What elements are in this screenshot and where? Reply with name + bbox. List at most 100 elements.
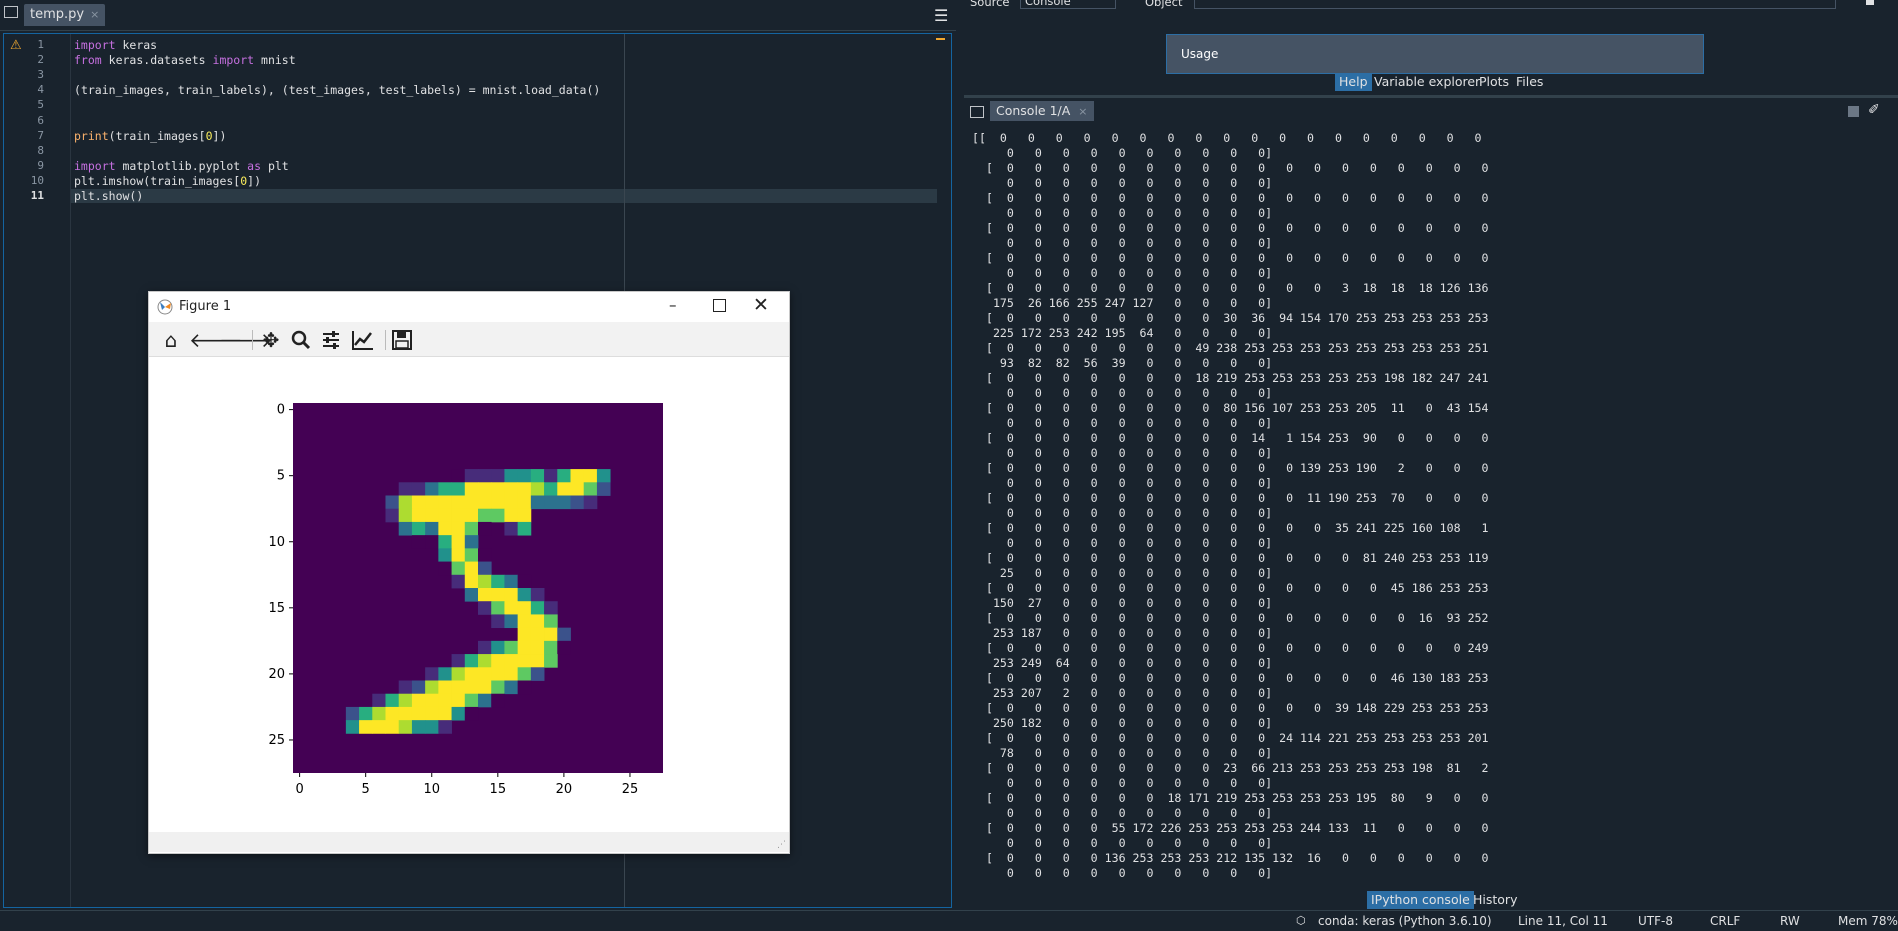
image-pixel <box>425 720 439 734</box>
console-line: 0 0 0 0 0 0 0 0 0 0] <box>972 146 1273 160</box>
back-arrow-icon[interactable]: 🡐 <box>189 328 243 352</box>
minimize-button[interactable]: – <box>669 296 677 314</box>
code-line[interactable]: (train_images, train_labels), (test_imag… <box>74 83 600 97</box>
image-pixel <box>411 495 426 510</box>
image-pixel <box>372 720 386 734</box>
image-pixel <box>583 469 598 483</box>
image-pixel <box>583 495 598 510</box>
eraser-icon[interactable]: ✐ <box>1868 102 1880 118</box>
console-tab-label: Console 1/A <box>996 103 1071 118</box>
image-pixel <box>451 548 466 562</box>
object-input[interactable] <box>1194 0 1836 9</box>
image-pixel <box>425 667 439 681</box>
console-line: [ 0 0 0 0 0 0 0 0 0 0 0 0 0 0 0 0 0 249 <box>972 641 1489 655</box>
figure-window[interactable]: Figure 1 – ✕ ⌂ 🡐 🡒 ✥ 0 5 10 15 20 25 0 5 10 15 20… <box>148 291 790 854</box>
help-usage-box: Usage <box>1166 34 1704 74</box>
save-icon[interactable] <box>392 330 412 350</box>
image-pixel <box>596 482 611 496</box>
code-line[interactable]: plt.imshow(train_images[0]) <box>74 174 261 188</box>
image-pixel <box>478 640 492 655</box>
pane-divider[interactable] <box>964 95 1898 98</box>
source-select[interactable]: Console <box>1020 0 1116 9</box>
image-pixel <box>411 693 426 708</box>
image-pixel <box>451 706 466 721</box>
browse-tabs-icon[interactable] <box>4 6 18 18</box>
tab-console[interactable]: Console 1/A × <box>990 101 1094 121</box>
code-line[interactable]: plt.show() <box>74 189 143 203</box>
image-pixel <box>451 693 466 708</box>
image-pixel <box>517 640 532 655</box>
edit-axis-icon[interactable] <box>351 329 375 351</box>
image-pixel <box>385 508 400 523</box>
image-pixel <box>398 508 413 523</box>
tab-help[interactable]: Help <box>1335 73 1372 91</box>
maximize-button[interactable] <box>713 299 726 312</box>
image-pixel <box>385 706 400 721</box>
tab-temp-py[interactable]: temp.py × <box>24 4 106 26</box>
console-line: 78 0 0 0 0 0 0 0 0 0] <box>972 746 1273 760</box>
tab-variable-explorer[interactable]: Variable explorer <box>1370 73 1484 91</box>
image-pixel <box>372 693 386 708</box>
console-output[interactable]: [[ 0 0 0 0 0 0 0 0 0 0 0 0 0 0 0 0 0 0 0… <box>972 131 1882 881</box>
code-line[interactable]: print(train_images[0]) <box>74 129 226 143</box>
resize-grip-icon[interactable]: ⋰ <box>777 840 786 850</box>
image-pixel <box>517 521 532 536</box>
tab-plots[interactable]: Plots <box>1475 73 1513 91</box>
image-pixel <box>345 720 360 734</box>
image-pixel <box>491 640 505 655</box>
tab-history[interactable]: History <box>1469 891 1521 909</box>
figure-toolbar: ⌂ 🡐 🡒 ✥ <box>149 322 789 357</box>
image-pixel <box>517 680 532 695</box>
image-pixel <box>504 614 519 629</box>
code-line[interactable]: import matplotlib.pyplot as plt <box>74 159 289 173</box>
image-pixel <box>464 521 479 536</box>
options-icon[interactable] <box>1866 0 1874 5</box>
image-pixel <box>517 495 532 510</box>
status-cursor-position: Line 11, Col 11 <box>1518 914 1608 928</box>
image-pixel <box>411 521 426 536</box>
home-icon[interactable]: ⌂ <box>159 328 183 352</box>
forward-arrow-icon[interactable]: 🡒 <box>219 328 273 352</box>
image-pixel <box>557 495 571 510</box>
console-line: [[ 0 0 0 0 0 0 0 0 0 0 0 0 0 0 0 0 0 0 <box>972 131 1482 145</box>
zoom-icon[interactable] <box>291 330 311 350</box>
image-pixel <box>544 640 558 655</box>
image-pixel <box>385 495 400 510</box>
close-icon[interactable]: × <box>1078 105 1087 118</box>
image-pixel <box>544 627 558 642</box>
image-pixel <box>491 469 505 483</box>
tab-files[interactable]: Files <box>1512 73 1547 91</box>
menu-icon[interactable]: ☰ <box>934 6 948 25</box>
y-tick-label: 0 <box>277 403 285 418</box>
console-line: 150 27 0 0 0 0 0 0 0 0] <box>972 596 1273 610</box>
close-icon[interactable]: × <box>90 8 99 21</box>
status-rw: RW <box>1780 914 1800 928</box>
image-pixel <box>464 535 479 549</box>
image-pixel <box>517 627 532 642</box>
image-pixel <box>425 680 439 695</box>
code-line[interactable]: import keras <box>74 38 157 52</box>
mnist-image-plot[interactable]: 0 5 10 15 20 25 0 5 10 15 20 25 <box>149 356 789 832</box>
console-line: [ 0 0 0 0 0 0 0 0 0 0 0 0 0 0 0 0 0 0 <box>972 251 1489 265</box>
console-line: [ 0 0 0 0 0 0 0 49 238 253 253 253 253 2… <box>972 341 1489 355</box>
console-line: [ 0 0 0 0 0 0 0 18 219 253 253 253 253 2… <box>972 371 1489 385</box>
status-encoding: UTF-8 <box>1638 914 1673 928</box>
configure-subplots-icon[interactable] <box>321 330 341 350</box>
figure-statusbar: ⋰ <box>149 832 789 852</box>
browse-tabs-icon[interactable] <box>970 106 984 118</box>
image-pixel <box>398 720 413 734</box>
image-pixel <box>425 706 439 721</box>
line-number: 8 <box>37 143 44 157</box>
pan-icon[interactable]: ✥ <box>259 328 283 352</box>
code-line[interactable]: from keras.datasets import mnist <box>74 53 296 67</box>
console-line: [ 0 0 0 0 0 0 0 0 0 14 1 154 253 90 0 0 … <box>972 431 1489 445</box>
console-line: [ 0 0 0 0 0 0 18 171 219 253 253 253 253… <box>972 791 1489 805</box>
image-pixel <box>398 693 413 708</box>
image-pixel <box>557 482 571 496</box>
image-pixel <box>530 627 545 642</box>
figure-titlebar[interactable]: Figure 1 – ✕ <box>149 292 789 322</box>
image-pixel <box>478 521 492 536</box>
close-window-button[interactable]: ✕ <box>753 294 769 316</box>
stop-icon[interactable] <box>1848 106 1859 117</box>
tab-ipython-console[interactable]: IPython console <box>1367 891 1474 909</box>
